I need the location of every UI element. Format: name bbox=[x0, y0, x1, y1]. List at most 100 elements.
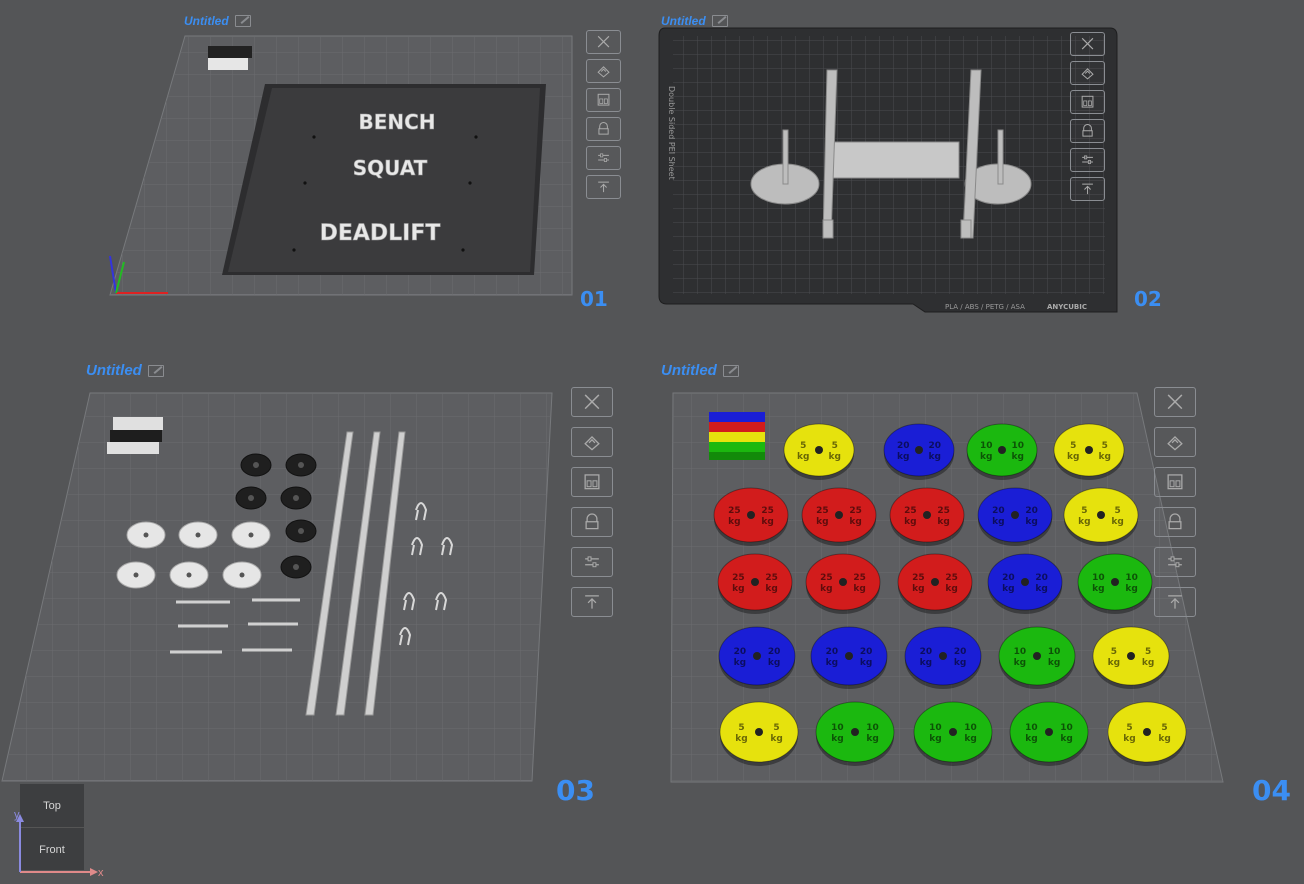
weight-plate-red[interactable]: 25kg25kg bbox=[805, 553, 881, 614]
weight-plate-green[interactable]: 10kg10kg bbox=[913, 701, 993, 766]
weight-plate-red[interactable]: 25kg25kg bbox=[897, 553, 973, 614]
weight-plate-yellow[interactable]: 5kg5kg bbox=[1107, 701, 1187, 766]
plate-unit-label: kg bbox=[897, 452, 909, 462]
close-button[interactable] bbox=[571, 387, 613, 417]
plate-unit-label: kg bbox=[1108, 658, 1120, 668]
build-plate-1[interactable]: BENCH SQUAT DEADLIFT bbox=[100, 30, 590, 305]
edit-title-icon[interactable] bbox=[722, 364, 739, 377]
settings-button[interactable] bbox=[571, 547, 613, 577]
color-block-model[interactable] bbox=[709, 412, 765, 460]
layout-button[interactable] bbox=[1154, 467, 1196, 497]
export-button[interactable] bbox=[1154, 587, 1196, 617]
weight-plate-blue[interactable]: 20kg20kg bbox=[718, 626, 796, 689]
weight-plate-green[interactable]: 10kg10kg bbox=[1077, 553, 1153, 614]
plate-weight-label: 5 bbox=[1161, 723, 1167, 733]
plate-weight-label: 20 bbox=[954, 647, 967, 657]
arrange-button[interactable] bbox=[1070, 61, 1105, 85]
weight-plate-green[interactable]: 10kg10kg bbox=[966, 423, 1038, 480]
lock-button[interactable] bbox=[571, 507, 613, 537]
weight-plate-yellow[interactable]: 5kg5kg bbox=[1092, 626, 1170, 689]
lock-button[interactable] bbox=[586, 117, 621, 141]
lock-button[interactable] bbox=[1070, 119, 1105, 143]
weight-plate-green[interactable]: 10kg10kg bbox=[815, 701, 895, 766]
weight-plate-blue[interactable]: 20kg20kg bbox=[810, 626, 888, 689]
settings-button[interactable] bbox=[1154, 547, 1196, 577]
export-button[interactable] bbox=[1070, 177, 1105, 201]
view-axis-gizmo: x y bbox=[14, 809, 104, 879]
panel-3-number: 03 bbox=[556, 774, 595, 807]
sign-text-squat: SQUAT bbox=[353, 156, 428, 180]
close-button[interactable] bbox=[586, 30, 621, 54]
weight-plate-yellow[interactable]: 5kg5kg bbox=[1053, 423, 1125, 480]
arrange-button[interactable] bbox=[586, 59, 621, 83]
export-icon bbox=[1082, 183, 1093, 195]
plate-unit-label: kg bbox=[1025, 517, 1037, 527]
export-button[interactable] bbox=[571, 587, 613, 617]
weight-plate-blue[interactable]: 20kg20kg bbox=[883, 423, 955, 480]
settings-button[interactable] bbox=[1070, 148, 1105, 172]
weight-plate-yellow[interactable]: 5kg5kg bbox=[1063, 487, 1139, 546]
panel-4-title[interactable]: Untitled bbox=[661, 362, 739, 379]
plate-center-hole bbox=[1085, 446, 1093, 454]
plate-unit-label: kg bbox=[1002, 584, 1014, 594]
plate-unit-label: kg bbox=[866, 734, 878, 744]
plate-unit-label: kg bbox=[1158, 734, 1170, 744]
small-block-model[interactable] bbox=[107, 417, 163, 454]
printer-bed-2[interactable]: Double Sided PEI Sheet PLA / ABS / PETG … bbox=[655, 26, 1130, 318]
plate-weight-label: 10 bbox=[1060, 723, 1073, 733]
panel-4-toolbar bbox=[1154, 387, 1196, 617]
arrange-button[interactable] bbox=[571, 427, 613, 457]
plate-weight-label: 10 bbox=[1014, 647, 1027, 657]
plate-center-hole bbox=[845, 652, 853, 660]
plate-unit-label: kg bbox=[1123, 734, 1135, 744]
lock-button[interactable] bbox=[1154, 507, 1196, 537]
weight-plate-yellow[interactable]: 5kg5kg bbox=[783, 423, 855, 480]
layout-icon bbox=[597, 94, 610, 106]
panel-1-title[interactable]: Untitled bbox=[184, 14, 251, 28]
close-icon bbox=[584, 394, 600, 410]
layout-button[interactable] bbox=[586, 88, 621, 112]
plate-unit-label: kg bbox=[816, 517, 828, 527]
plate-center-hole bbox=[1021, 578, 1029, 586]
close-button[interactable] bbox=[1070, 32, 1105, 56]
weight-plate-red[interactable]: 25kg25kg bbox=[713, 487, 789, 546]
plate-center-hole bbox=[939, 652, 947, 660]
small-block-model[interactable] bbox=[208, 46, 252, 70]
weight-plate-red[interactable]: 25kg25kg bbox=[801, 487, 877, 546]
arrange-icon bbox=[584, 436, 600, 451]
close-button[interactable] bbox=[1154, 387, 1196, 417]
edit-title-icon[interactable] bbox=[147, 364, 164, 377]
weight-plate-red[interactable]: 25kg25kg bbox=[889, 487, 965, 546]
build-plate-4[interactable]: 5kg5kg20kg20kg10kg10kg5kg5kg25kg25kg25kg… bbox=[665, 390, 1230, 786]
plate-center-hole bbox=[1011, 511, 1019, 519]
export-button[interactable] bbox=[586, 175, 621, 199]
plate-weight-label: 5 bbox=[773, 723, 779, 733]
plate-weight-label: 25 bbox=[849, 506, 862, 516]
weight-plate-green[interactable]: 10kg10kg bbox=[998, 626, 1076, 689]
edit-title-icon[interactable] bbox=[234, 15, 251, 27]
plate-unit-label: kg bbox=[853, 584, 865, 594]
plate-unit-label: kg bbox=[831, 734, 843, 744]
weight-plate-blue[interactable]: 20kg20kg bbox=[987, 553, 1063, 614]
panel-3-title[interactable]: Untitled bbox=[86, 362, 164, 379]
settings-button[interactable] bbox=[586, 146, 621, 170]
plate-center-hole bbox=[998, 446, 1006, 454]
export-icon bbox=[598, 181, 609, 193]
plate-unit-label: kg bbox=[768, 658, 780, 668]
weight-plate-red[interactable]: 25kg25kg bbox=[717, 553, 793, 614]
plate-center-hole bbox=[1143, 728, 1151, 736]
weight-plate-blue[interactable]: 20kg20kg bbox=[904, 626, 982, 689]
weight-plate-yellow[interactable]: 5kg5kg bbox=[719, 701, 799, 766]
weight-plate-blue[interactable]: 20kg20kg bbox=[977, 487, 1053, 546]
layout-button[interactable] bbox=[1070, 90, 1105, 114]
weight-plate-green[interactable]: 10kg10kg bbox=[1009, 701, 1089, 766]
plate-weight-label: 10 bbox=[866, 723, 879, 733]
plate-center-hole bbox=[747, 511, 755, 519]
plate-unit-label: kg bbox=[912, 584, 924, 594]
layout-button[interactable] bbox=[571, 467, 613, 497]
plate-unit-label: kg bbox=[1078, 517, 1090, 527]
plate-unit-label: kg bbox=[770, 734, 782, 744]
plate-unit-label: kg bbox=[826, 658, 838, 668]
build-plate-3[interactable] bbox=[0, 390, 560, 785]
arrange-button[interactable] bbox=[1154, 427, 1196, 457]
